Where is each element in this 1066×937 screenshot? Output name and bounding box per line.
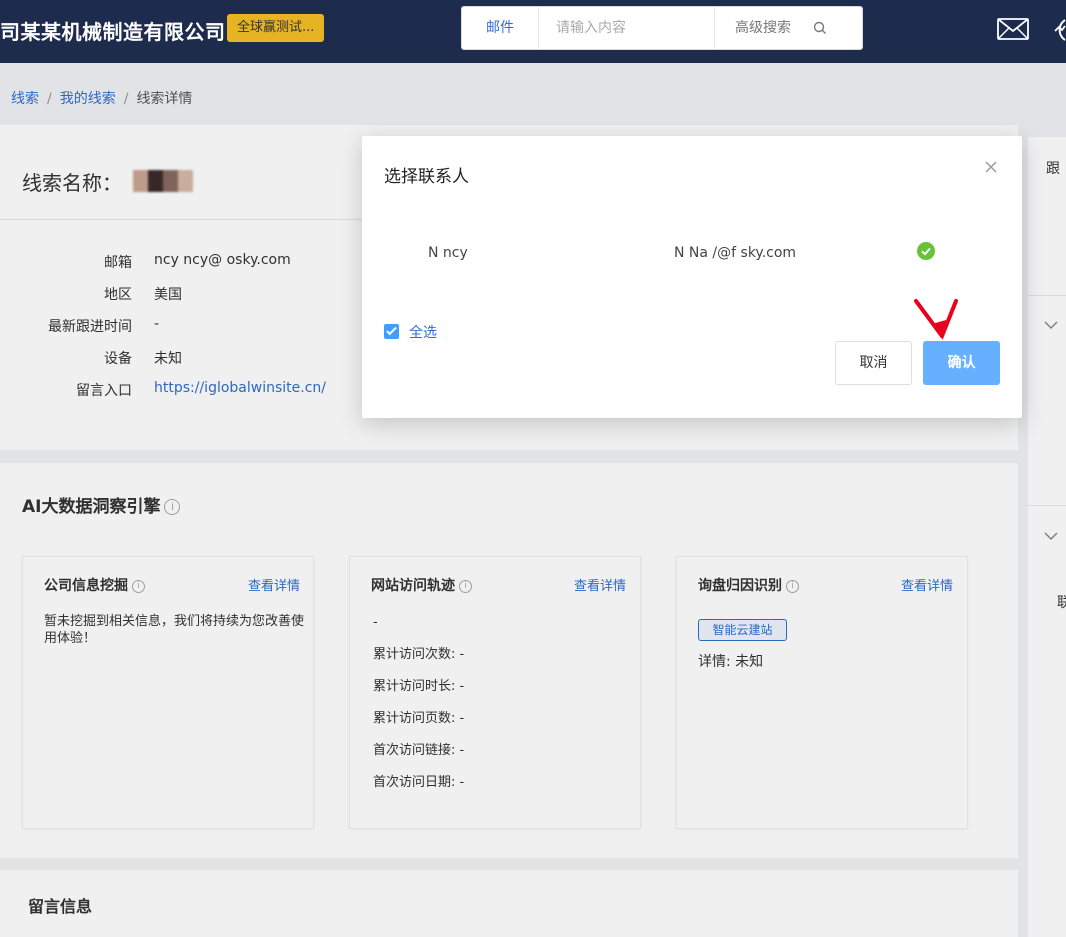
red-arrow-annotation — [914, 299, 958, 340]
chat-icon[interactable] — [1049, 16, 1066, 44]
checkbox-checked-icon — [384, 324, 399, 339]
cancel-button[interactable]: 取消 — [835, 341, 912, 385]
dialog-title: 选择联系人 — [384, 167, 469, 187]
checked-circle-icon[interactable] — [917, 242, 935, 260]
advanced-search-button[interactable]: 高级搜索 — [714, 7, 862, 49]
advanced-search-label: 高级搜索 — [735, 20, 791, 36]
select-all-label: 全选 — [409, 325, 437, 341]
mail-icon[interactable] — [997, 18, 1029, 40]
workspace-tag[interactable]: 全球赢测试... — [227, 14, 325, 42]
select-contact-dialog: 选择联系人 N ncy N Na /@f sky.com 全选 取消 确认 — [362, 136, 1022, 418]
top-bar: 司某某机械制造有限公司 全球赢测试... 邮件 高级搜索 — [0, 0, 1066, 63]
select-all-checkbox[interactable]: 全选 — [384, 322, 437, 342]
contact-email[interactable]: N Na /@f sky.com — [674, 245, 796, 261]
company-name: 司某某机械制造有限公司 — [0, 20, 226, 44]
search-type-select[interactable]: 邮件 — [462, 7, 539, 49]
search-input[interactable] — [540, 7, 714, 49]
close-icon[interactable] — [984, 160, 998, 174]
contact-name[interactable]: N ncy — [428, 245, 468, 261]
search-box: 邮件 高级搜索 — [461, 6, 863, 50]
search-icon — [813, 21, 826, 34]
confirm-button[interactable]: 确认 — [923, 341, 1000, 385]
